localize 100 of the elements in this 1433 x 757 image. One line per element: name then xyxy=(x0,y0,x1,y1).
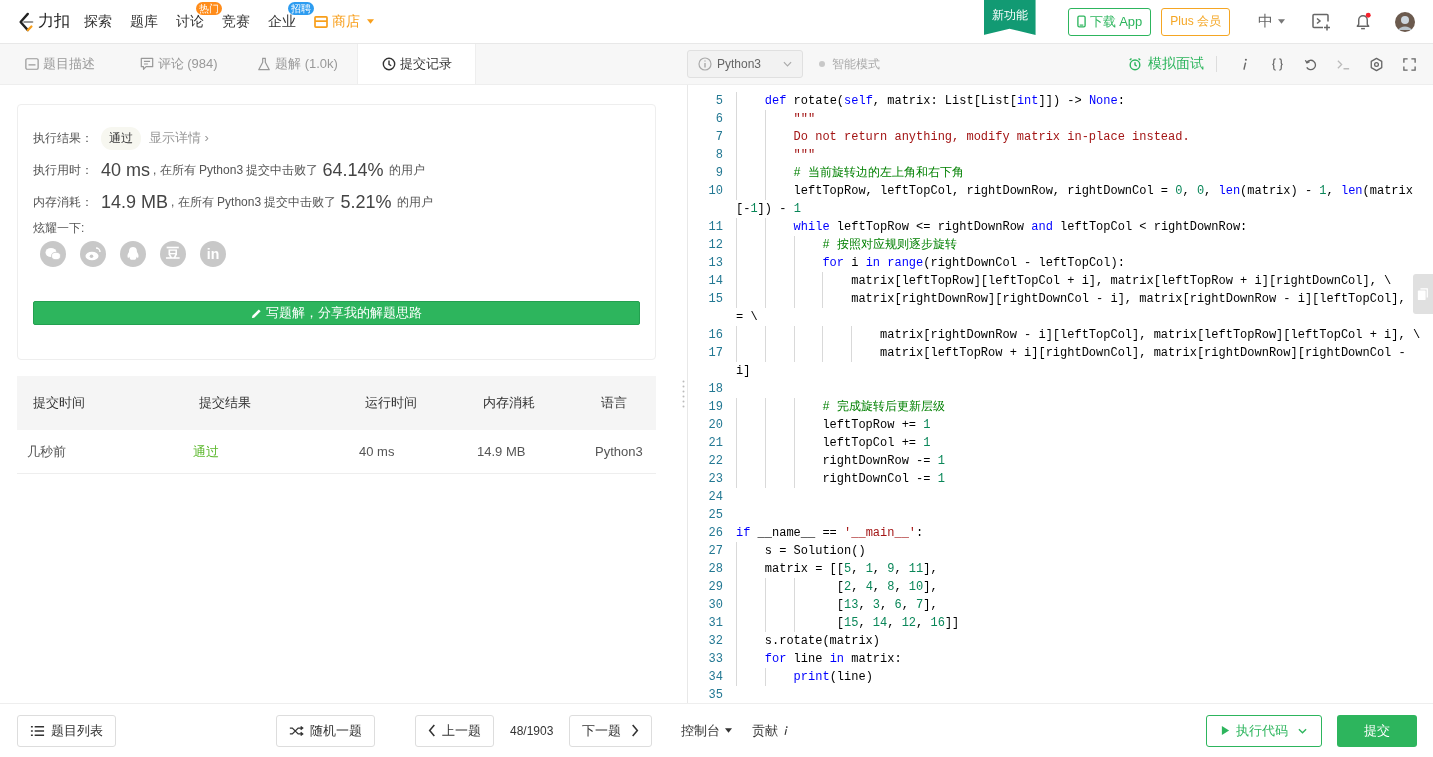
phone-icon xyxy=(1076,15,1086,28)
code-line: while leftTopRow <= rightDownRow and leftTopCol < rightDownRow: xyxy=(792,220,1248,234)
mock-interview-button[interactable]: 模拟面试 xyxy=(1128,55,1204,73)
random-problem-button[interactable]: 随机一题 xyxy=(276,714,375,747)
braces-icon[interactable] xyxy=(1270,56,1285,72)
line-number: 12 xyxy=(707,237,724,254)
code-line: = \ xyxy=(736,310,758,324)
clock-icon xyxy=(381,57,396,71)
code-line: matrix[leftTopRow][leftTopCol + i], matrix[leftTopRow + i][rightDownCol], \ xyxy=(850,274,1392,288)
details-link[interactable]: 显示详情 › xyxy=(149,129,209,147)
line-number: 19 xyxy=(707,399,724,416)
stat-label: 内存消耗： xyxy=(33,193,94,211)
share-label: 炫耀一下: xyxy=(33,220,86,237)
code-line: matrix[rightDownRow - i][leftTopCol], matrix[leftTopRow][leftTopCol + i], \ xyxy=(879,328,1421,342)
problem-counter: 48/1903 xyxy=(510,723,554,738)
line-number: 11 xyxy=(707,219,724,236)
contribute-button[interactable]: 贡献 xyxy=(752,721,790,740)
download-app-button[interactable]: 下载 App xyxy=(1067,7,1152,36)
store-icon xyxy=(314,15,328,28)
code-line: [15, 14, 12, 16]] xyxy=(835,616,960,630)
nav-link[interactable]: 题库 xyxy=(130,12,158,31)
list-icon xyxy=(30,724,45,737)
code-line: leftTopRow, leftTopCol, rightDownRow, rightDownCol = 0, 0, len(matrix) - 1, len(matrix xyxy=(792,184,1413,198)
column-header: 运行时间 xyxy=(365,394,418,412)
run-code-button[interactable]: 执行代码 xyxy=(1206,714,1322,747)
panel-tab[interactable]: 题目描述 xyxy=(0,44,119,84)
result-link[interactable]: 通过 xyxy=(193,442,359,461)
caret-icon xyxy=(367,19,374,24)
code-line: s = Solution() xyxy=(763,544,866,558)
column-header: 提交时间 xyxy=(33,394,86,412)
line-number: 5 xyxy=(714,93,724,110)
code-line: def rotate(self, matrix: List[List[int]]) -> None: xyxy=(763,94,1125,108)
language-dropdown[interactable]: 中 xyxy=(1258,12,1285,31)
document-icon xyxy=(24,57,39,71)
column-header: 提交结果 xyxy=(199,394,252,412)
smart-mode-toggle[interactable]: 智能模式 xyxy=(819,55,880,73)
comment-icon xyxy=(139,57,154,71)
code-line: """ xyxy=(792,148,816,162)
code-line: """ xyxy=(792,112,816,126)
nav-link[interactable]: 讨论 xyxy=(176,12,204,31)
code-line: matrix = [[5, 1, 9, 11], xyxy=(763,562,938,576)
next-button[interactable]: 下一题 xyxy=(569,714,653,747)
nav-link[interactable]: 企业 xyxy=(268,12,296,31)
code-line: [-1]) - 1 xyxy=(736,202,801,216)
stat-percent: 5.21% xyxy=(340,191,392,213)
fullscreen-icon[interactable] xyxy=(1402,56,1417,72)
settings-icon[interactable] xyxy=(1369,56,1384,72)
table-cell-text: 40 ms xyxy=(359,444,396,459)
line-number: 33 xyxy=(707,651,724,668)
brand-name[interactable]: 力扣 xyxy=(38,11,70,32)
line-number: 20 xyxy=(707,417,724,434)
code-line: matrix[leftTopRow + i][rightDownCol], matrix[rightDownRow][rightDownCol - xyxy=(879,346,1406,360)
line-number: 29 xyxy=(707,579,724,596)
table-cell-text: 14.9 MB xyxy=(477,444,527,459)
store-link[interactable]: 商店 xyxy=(314,12,374,31)
flask-icon xyxy=(257,57,272,71)
line-number: 35 xyxy=(707,687,724,703)
stat-value: 14.9 MB xyxy=(101,191,169,213)
stat-value: 40 ms xyxy=(101,159,151,181)
code-line: if __name__ == '__main__': xyxy=(736,526,924,540)
code-line: # 完成旋转后更新层级 xyxy=(821,400,945,414)
new-feature-ribbon[interactable]: 新功能 xyxy=(983,0,1036,35)
line-number: 34 xyxy=(707,669,724,686)
nav-link[interactable]: 探索 xyxy=(84,12,112,31)
chevron-right-icon xyxy=(631,724,640,737)
plus-member-button[interactable]: Plus 会员 xyxy=(1161,7,1230,36)
problem-list-button[interactable]: 题目列表 xyxy=(17,714,116,747)
play-icon xyxy=(1221,725,1230,736)
line-number: 28 xyxy=(707,561,724,578)
console-button[interactable]: 控制台 xyxy=(681,721,733,740)
screen-plus-icon[interactable] xyxy=(1311,12,1331,31)
submit-button[interactable]: 提交 xyxy=(1337,714,1417,747)
line-number: 24 xyxy=(707,489,724,506)
code-line: Do not return anything, modify matrix in-place instead. xyxy=(792,130,1190,144)
line-number: 15 xyxy=(707,291,724,308)
nav-link[interactable]: 竞赛 xyxy=(222,12,250,31)
line-number: 6 xyxy=(714,111,724,128)
code-line: [13, 3, 6, 7], xyxy=(835,598,938,612)
avatar[interactable] xyxy=(1395,11,1415,32)
panel-tab[interactable]: 评论 (984) xyxy=(119,44,238,84)
code-line: s.rotate(matrix) xyxy=(763,634,881,648)
line-number: 16 xyxy=(707,327,724,344)
nav-badge: 热门 xyxy=(196,1,222,15)
line-number: 7 xyxy=(714,129,724,146)
panel-tab[interactable]: 题解 (1.0k) xyxy=(238,44,357,84)
line-number: 22 xyxy=(707,453,724,470)
language-select[interactable]: Python3 xyxy=(687,50,803,78)
line-number: 30 xyxy=(707,597,724,614)
table-cell-text: 几秒前 xyxy=(27,442,67,461)
line-number: 26 xyxy=(707,525,724,542)
previous-button[interactable]: 上一题 xyxy=(415,714,494,747)
code-line: leftTopCol += 1 xyxy=(821,436,931,450)
logo-icon[interactable] xyxy=(17,11,35,32)
code-line: leftTopRow += 1 xyxy=(821,418,931,432)
caret-icon xyxy=(725,728,733,733)
code-line: # 按照对应规则逐步旋转 xyxy=(821,238,957,252)
line-number: 32 xyxy=(707,633,724,650)
panel-tab[interactable]: 提交记录 xyxy=(357,44,476,84)
line-number: 31 xyxy=(707,615,724,632)
write-solution-button[interactable]: 写题解，分享我的解题思路 xyxy=(33,301,640,325)
